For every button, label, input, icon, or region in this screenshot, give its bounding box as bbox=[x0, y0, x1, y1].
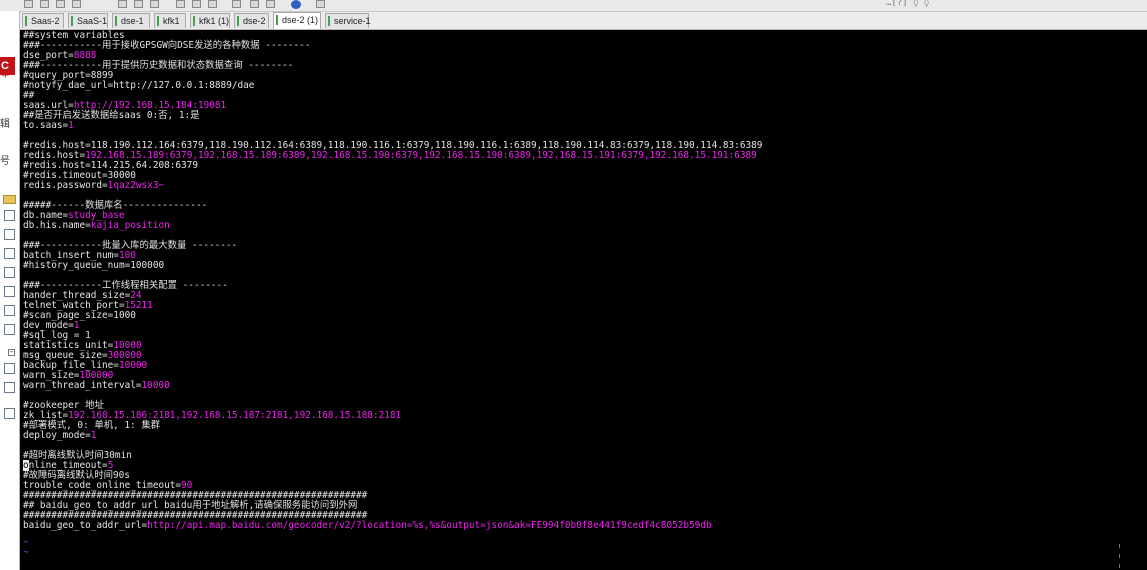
scroll-marker bbox=[1119, 544, 1120, 548]
tab-dse-1[interactable]: dse-1 bbox=[112, 13, 150, 28]
terminal-line: #scan_page_size=1000 bbox=[23, 311, 762, 321]
tab-dse-2[interactable]: dse-2 bbox=[234, 13, 269, 28]
checkbox[interactable] bbox=[4, 210, 15, 221]
terminal-line: ###-----------用于接收GPSGW向DSE发送的各种数据 -----… bbox=[23, 41, 762, 51]
checkbox[interactable] bbox=[4, 408, 15, 419]
tab-dse-2-1[interactable]: dse-2 (1) bbox=[273, 12, 321, 29]
session-status-icon bbox=[115, 16, 117, 26]
print-icon[interactable] bbox=[176, 0, 185, 8]
toolbar-icon[interactable] bbox=[118, 0, 127, 8]
tab-label: dse-2 bbox=[243, 16, 266, 26]
terminal-line: baidu_geo_to_addr_url=http://api.map.bai… bbox=[23, 521, 762, 531]
session-status-icon bbox=[328, 16, 330, 26]
terminal-line: to.saas=1 bbox=[23, 121, 762, 131]
terminal-line: #部署模式, 0: 单机, 1: 集群 bbox=[23, 421, 762, 431]
help-icon[interactable] bbox=[291, 0, 301, 9]
checkbox[interactable] bbox=[4, 286, 15, 297]
print-preview-icon[interactable] bbox=[192, 0, 201, 8]
config-text: #history_queue_num=100000 bbox=[23, 260, 165, 271]
config-value: 1 bbox=[90, 430, 97, 441]
checkbox[interactable] bbox=[4, 363, 15, 374]
session-status-icon bbox=[193, 16, 195, 26]
terminal-line: #history_queue_num=100000 bbox=[23, 261, 762, 271]
config-text: deploy_mode= bbox=[23, 430, 91, 441]
config-value: 10000 bbox=[141, 380, 170, 391]
tab-kfk1-1[interactable]: kfk1 (1) bbox=[190, 13, 230, 28]
keymap-icon[interactable] bbox=[266, 0, 275, 8]
tab-label: dse-1 bbox=[121, 16, 144, 26]
config-value: 1 bbox=[68, 120, 74, 131]
terminal-line: ###-----------用于提供历史数据和状态数据查询 -------- bbox=[23, 61, 762, 71]
toolbar-icon[interactable] bbox=[56, 0, 65, 8]
session-status-icon bbox=[71, 16, 73, 26]
config-text: #notyfy_dae_url=http://127.0.0.1:8889/da… bbox=[23, 80, 255, 91]
terminal-line: deploy_mode=1 bbox=[23, 431, 762, 441]
session-tab-bar: Saas-2 SaaS-1 dse-1 kfk1 kfk1 (1) dse-2 dse-2 … bbox=[20, 12, 1147, 30]
side-label: 号 bbox=[0, 156, 10, 167]
tab-label: Saas-2 bbox=[31, 16, 60, 26]
terminal-line: warn_thread_interval=10000 bbox=[23, 381, 762, 391]
terminal-line: #####------数据库名--------------- bbox=[23, 201, 762, 211]
checkbox[interactable] bbox=[4, 248, 15, 259]
terminal-line: online_timeout=5 bbox=[23, 460, 762, 471]
config-text: redis.password= bbox=[23, 180, 108, 191]
terminal-view[interactable]: ##system variables ###-----------用于接收GPSG… bbox=[20, 30, 1147, 570]
terminal-line: ##是否开启发送数据给saas 0:否, 1:是 bbox=[23, 111, 762, 121]
printer-icon[interactable] bbox=[208, 0, 217, 8]
toolbar-icon[interactable] bbox=[134, 0, 143, 8]
terminal-line: #超时离线默认时间30min bbox=[23, 451, 762, 461]
checkbox[interactable] bbox=[4, 229, 15, 240]
checkbox[interactable] bbox=[4, 382, 15, 393]
config-value: 10000 bbox=[118, 360, 148, 371]
terminal-line: redis.password=1qaz2wsx3~ bbox=[23, 181, 762, 191]
dropdown-icon[interactable] bbox=[316, 0, 325, 8]
tab-label: service-1 bbox=[334, 16, 371, 26]
settings-icon[interactable] bbox=[232, 0, 241, 8]
toolbar-right-text: …[?] ◊ ◊ bbox=[886, 0, 930, 8]
config-value: http://api.map.baidu.com/geocoder/v2/?lo… bbox=[147, 520, 712, 531]
config-value: kajia_position bbox=[90, 220, 170, 231]
side-label: 辑 bbox=[0, 119, 10, 130]
session-status-icon bbox=[157, 16, 159, 26]
tab-label: kfk1 (1) bbox=[199, 16, 230, 26]
tab-kfk1[interactable]: kfk1 bbox=[154, 13, 186, 28]
tab-service-1[interactable]: service-1 bbox=[325, 13, 371, 28]
scroll-marker bbox=[1119, 554, 1120, 558]
tab-label: kfk1 bbox=[163, 16, 180, 26]
toolbar-icon[interactable] bbox=[40, 0, 49, 8]
tree-collapse-icon[interactable]: − bbox=[8, 349, 15, 356]
tab-saas-1[interactable]: SaaS-1 bbox=[68, 13, 108, 28]
tab-saas-2[interactable]: Saas-2 bbox=[22, 13, 64, 28]
tools-icon[interactable] bbox=[250, 0, 259, 8]
logo-caption: 车 bbox=[1, 70, 9, 79]
checkbox[interactable] bbox=[4, 305, 15, 316]
terminal-text: ##system variables ###-----------用于接收GPSG… bbox=[23, 31, 762, 531]
terminal-line: #notyfy_dae_url=http://127.0.0.1:8889/da… bbox=[23, 81, 762, 91]
session-status-icon bbox=[25, 16, 27, 26]
toolbar-icon[interactable] bbox=[72, 0, 81, 8]
tab-label: dse-2 (1) bbox=[282, 15, 319, 25]
config-text: db.his.name= bbox=[23, 220, 91, 231]
background-window: C 车 辑 号 − bbox=[0, 11, 20, 570]
toolbar-icon[interactable] bbox=[150, 0, 159, 8]
checkbox[interactable] bbox=[4, 324, 15, 335]
config-value: 1qaz2wsx3~ bbox=[107, 180, 165, 191]
folder-icon bbox=[3, 195, 16, 204]
config-text: to.saas= bbox=[23, 120, 69, 131]
terminal-line: backup_file_line=10000 bbox=[23, 361, 762, 371]
session-status-icon bbox=[237, 16, 239, 26]
terminal-line: dev_mode=1 bbox=[23, 321, 762, 331]
tab-label: SaaS-1 bbox=[77, 16, 108, 26]
toolbar-icon[interactable] bbox=[24, 0, 33, 8]
checkbox[interactable] bbox=[4, 267, 15, 278]
session-status-icon bbox=[276, 15, 278, 25]
config-text: baidu_geo_to_addr_url= bbox=[23, 520, 148, 531]
toolbar: …[?] ◊ ◊ bbox=[0, 0, 1147, 12]
config-text: warn_thread_interval= bbox=[23, 380, 142, 391]
scroll-marker bbox=[1119, 564, 1120, 568]
terminal-line: db.his.name=kajia_position bbox=[23, 221, 762, 231]
empty-line-marker: ~ bbox=[23, 547, 29, 558]
